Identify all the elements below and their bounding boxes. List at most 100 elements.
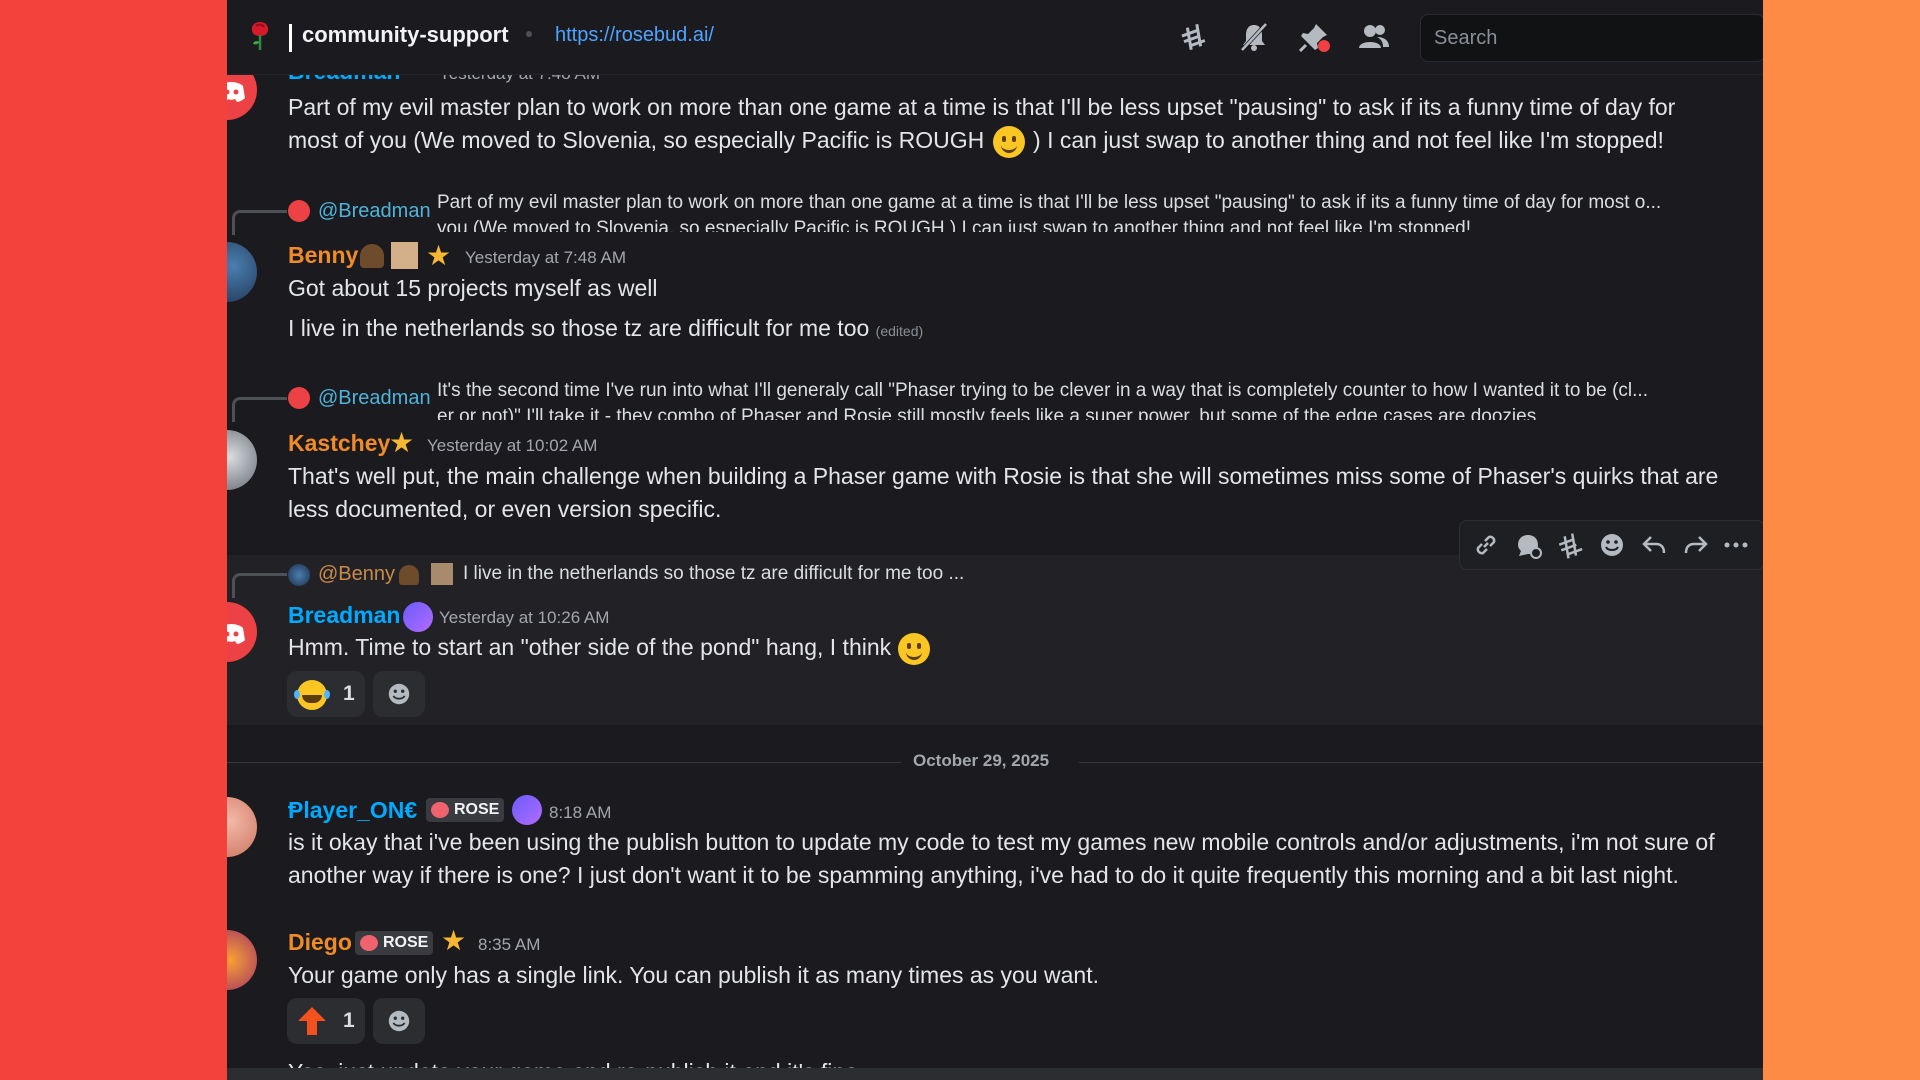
date-divider-line [1079,762,1763,763]
members-icon[interactable] [1357,20,1391,54]
header-dot [526,31,532,37]
copy-link-icon[interactable] [1472,531,1500,559]
message-author[interactable]: Diego [288,929,352,956]
reaction-laughing[interactable]: 1 [287,671,365,717]
message-author[interactable]: Benny [288,242,358,269]
message-text-cut: Yes, just update your game and re-publis… [288,1056,858,1068]
message-text-part: most of you (We moved to Slovenia, so es… [288,127,985,153]
avatar[interactable] [227,430,257,490]
reply-mention[interactable]: @Breadman [318,200,431,223]
thread-icon[interactable] [1514,531,1542,559]
role-tag: ROSE [355,931,433,955]
rose-icon [251,22,269,50]
message-text: I live in the netherlands so those tz ar… [288,312,923,348]
header-separator [289,24,292,52]
color-square-icon [391,242,418,269]
message-text-part: I live in the netherlands so those tz ar… [288,315,870,341]
role-tag: ROSE [426,798,504,822]
message-timestamp: 8:18 AM [549,803,612,822]
message-text: most of you (We moved to Slovenia, so es… [288,124,1664,158]
more-options-icon[interactable] [1722,531,1750,559]
message-text: Hmm. Time to start an "other side of the… [288,631,930,665]
reply-avatar [288,387,310,409]
channel-name: community-support [302,22,509,47]
pin-icon[interactable] [1297,20,1331,54]
message-text: is it okay that i've been using the publ… [288,829,1715,855]
avatar[interactable] [227,797,257,857]
reply-avatar [288,564,310,586]
mute-bell-icon[interactable] [1237,20,1271,54]
reply-preview-part: er or not)" [437,406,521,420]
message-text: Got about 15 projects myself as well [288,275,658,301]
message-timestamp: Yesterday at 10:26 AM [439,608,610,627]
reply-preview[interactable]: Part of my evil master plan to work on m… [437,192,1661,214]
chat-window: community-support https://rosebud.ai/ Se… [227,0,1763,1080]
reply-preview-part: you (We moved to Slovenia, so especially… [437,218,945,232]
role-tag-label: ROSE [383,934,429,951]
message-text: less documented, or even version specifi… [288,496,722,522]
message-timestamp: 8:35 AM [478,935,541,954]
message-author[interactable]: Ᵽlayer_ON€ [288,797,417,824]
message-action-toolbar [1459,520,1763,570]
edited-label: (edited) [875,323,924,339]
add-reaction-icon [388,1010,410,1032]
sword-role-icon [512,795,542,825]
message-author[interactable]: Breadman [288,602,400,629]
date-divider-line [227,762,901,763]
reaction-count: 1 [343,682,355,705]
reply-preview[interactable]: I live in the netherlands so those tz ar… [463,563,964,585]
reaction-count: 1 [343,1009,355,1032]
up-arrow-emoji [298,1007,326,1035]
reply-preview-part: ) I can just swap to another thing and n… [949,218,1472,232]
reply-connector [232,210,287,235]
message-text: another way if there is one? I just don'… [288,862,1679,888]
avatar[interactable] [227,930,257,990]
add-reaction-icon [388,683,410,705]
slight-smile-emoji [897,632,930,665]
reply-mention[interactable]: @Breadman [318,387,431,410]
message-author[interactable]: Kastchey [288,430,390,457]
forward-icon[interactable] [1682,531,1710,559]
laughing-emoji [294,680,330,710]
slight-smile-emoji [992,125,1025,158]
date-divider: October 29, 2025 [913,751,1050,770]
add-reaction-button[interactable] [373,998,425,1044]
message-text: That's well put, the main challenge when… [288,463,1719,489]
role-emoji-icon [360,244,384,268]
reply-mention[interactable]: @Benny [318,563,395,586]
reply-icon[interactable] [1640,531,1668,559]
reply-preview-overflow: you (We moved to Slovenia, so especially… [437,218,1471,232]
threads-icon[interactable] [1177,20,1211,54]
color-square-icon [431,563,453,585]
search-input[interactable]: Search [1420,14,1763,62]
channel-header: community-support https://rosebud.ai/ Se… [227,0,1763,75]
avatar[interactable] [227,242,257,302]
add-reaction-button[interactable] [373,671,425,717]
background-right [1763,0,1920,1080]
reply-avatar [288,200,310,222]
message-timestamp: Yesterday at 10:02 AM [427,436,598,455]
star-icon: ★ [426,240,452,271]
message-text: Your game only has a single link. You ca… [288,962,1100,988]
role-tag-label: ROSE [454,801,500,818]
channel-topic-link[interactable]: https://rosebud.ai/ [555,24,714,47]
search-placeholder: Search [1434,27,1498,49]
sword-role-icon [403,602,433,632]
background-left [0,0,227,1080]
reply-preview-part: I'll take it - they combo of Phaser and … [526,406,1537,420]
reply-preview[interactable]: It's the second time I've run into what … [437,380,1648,402]
reply-connector [232,397,287,422]
message-text: Part of my evil master plan to work on m… [288,94,1676,120]
star-icon: ★ [389,427,415,458]
rose-tag-icon [360,935,378,951]
star-icon: ★ [441,925,467,956]
message-text-part: ) I can just swap to another thing and n… [1033,127,1664,153]
add-reaction-icon[interactable] [1598,531,1626,559]
composer-edge [227,1068,1763,1080]
rose-tag-icon [431,802,449,818]
message-text-part: Hmm. Time to start an "other side of the… [288,634,892,660]
message-timestamp: Yesterday at 7:48 AM [465,248,626,267]
threads-icon[interactable] [1556,531,1584,559]
reaction-upvote[interactable]: 1 [287,998,365,1044]
role-emoji-icon [399,565,419,585]
